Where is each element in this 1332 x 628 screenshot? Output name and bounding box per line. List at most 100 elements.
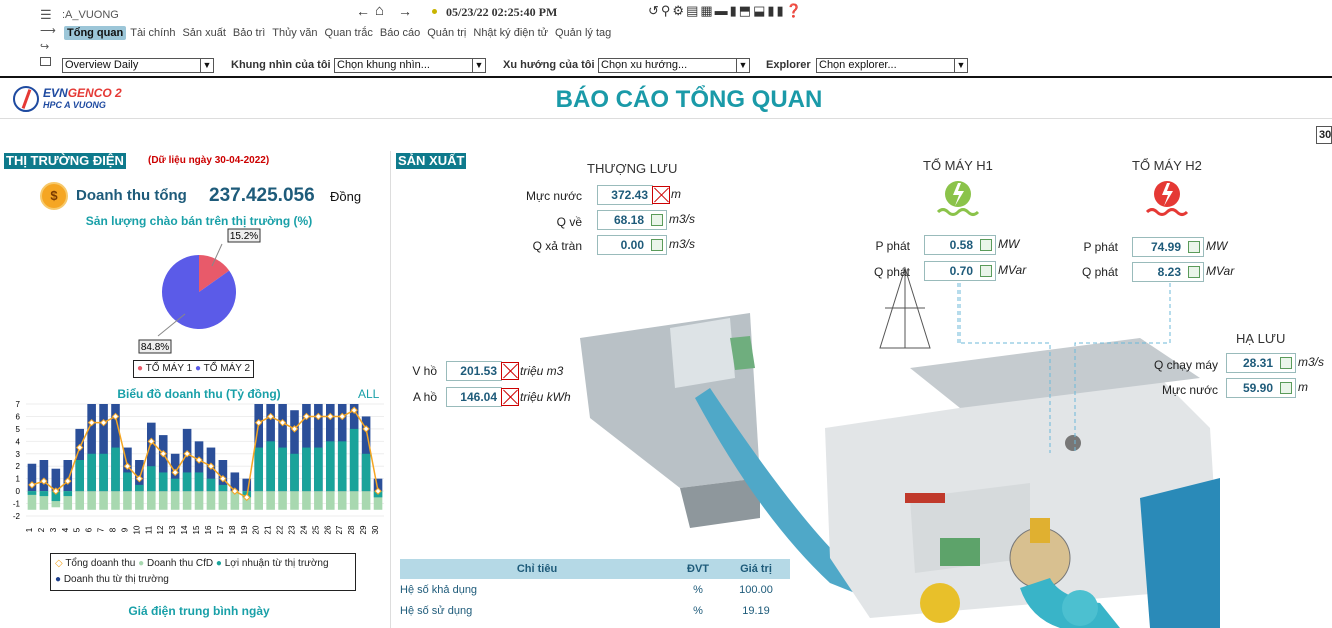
downstream-label: Q chạy máy <box>1153 358 1218 372</box>
bar-cfd[interactable] <box>337 491 347 510</box>
bar-loinhuan[interactable] <box>182 472 192 492</box>
x-tick-label: 25 <box>311 525 320 534</box>
tab-nhat-ky[interactable]: Nhật ký điện tử <box>470 26 551 40</box>
bar-loinhuan[interactable] <box>302 447 311 492</box>
bar-loinhuan[interactable] <box>290 453 299 492</box>
market-note: (Dữ liệu ngày 30-04-2022) <box>148 155 270 166</box>
right-date-input[interactable]: 30 <box>1316 126 1332 144</box>
tab-bao-tri[interactable]: Bảo trì <box>230 26 268 40</box>
toolbar-icons[interactable]: ↺⚲⚙▤▦▬▮⬒⬓▮▮❓ <box>648 3 804 19</box>
x-tick-label: 15 <box>192 525 201 534</box>
bar-cfd[interactable] <box>326 491 335 510</box>
bar-loinhuan[interactable] <box>266 441 275 492</box>
bar-loinhuan[interactable] <box>206 478 216 492</box>
h1-value: 0.58 <box>924 235 996 255</box>
bar-cfd[interactable] <box>349 491 359 510</box>
x-tick-label: 20 <box>252 525 261 534</box>
y-tick-label: 4 <box>16 437 21 446</box>
bar-cfd[interactable] <box>123 491 132 510</box>
bar-cfd[interactable] <box>170 491 180 510</box>
bar-cfd[interactable] <box>278 491 287 510</box>
bar-loinhuan[interactable] <box>314 447 323 492</box>
bar-cfd[interactable] <box>87 491 96 510</box>
x-tick-label: 16 <box>204 525 213 534</box>
bar-cfd[interactable] <box>75 491 84 510</box>
report-icon[interactable] <box>1280 382 1292 394</box>
nav-forward-icon[interactable]: → <box>398 3 412 19</box>
tab-quan-tri[interactable]: Quản trị <box>424 26 469 40</box>
window-icon[interactable] <box>40 57 51 66</box>
bar-loinhuan[interactable] <box>278 447 287 492</box>
bar-loinhuan[interactable] <box>39 491 49 497</box>
bar-cfd[interactable] <box>361 491 371 510</box>
menu-icon[interactable]: ☰ <box>40 7 52 23</box>
bar-cfd[interactable] <box>206 491 216 510</box>
report-icon[interactable] <box>1188 241 1200 253</box>
tab-quan-trac[interactable]: Quan trắc <box>322 26 376 40</box>
reservoir-value: 201.53 <box>446 361 502 381</box>
bar-loinhuan[interactable] <box>63 491 73 497</box>
report-icon[interactable] <box>980 239 992 251</box>
tab-quan-ly-tag[interactable]: Quản lý tag <box>552 26 614 40</box>
kpi-cell: Hệ số sử dụng <box>400 604 473 617</box>
legend-tong: Tổng doanh thu <box>65 558 136 569</box>
bar-loinhuan[interactable] <box>194 472 204 492</box>
bar-loinhuan[interactable] <box>27 491 37 495</box>
bar-loinhuan[interactable] <box>111 447 120 492</box>
report-icon[interactable] <box>1188 266 1200 278</box>
bar-cfd[interactable] <box>194 491 204 510</box>
report-icon[interactable] <box>1280 357 1292 369</box>
x-tick-label: 30 <box>371 525 380 534</box>
bar-loinhuan[interactable] <box>349 428 359 492</box>
bar-loinhuan[interactable] <box>87 453 96 492</box>
h1-unit: MW <box>998 237 1020 251</box>
report-icon[interactable] <box>651 214 663 226</box>
bar-cfd[interactable] <box>302 491 311 510</box>
tab-bao-cao[interactable]: Báo cáo <box>377 26 423 40</box>
bar-cfd[interactable] <box>254 491 263 510</box>
redo-icon[interactable]: ↪ <box>40 40 49 53</box>
tab-thuy-van[interactable]: Thủy văn <box>269 26 320 40</box>
kpi-cell: Hệ số khả dụng <box>400 583 478 596</box>
bar-cfd[interactable] <box>158 491 168 510</box>
bar-loinhuan[interactable] <box>123 472 132 492</box>
bar-loinhuan[interactable] <box>254 447 263 492</box>
bar-cfd[interactable] <box>290 491 299 510</box>
x-tick-label: 10 <box>132 525 141 534</box>
x-tick-label: 8 <box>109 527 118 532</box>
tab-tai-chinh[interactable]: Tài chính <box>127 26 178 40</box>
bar-loinhuan[interactable] <box>218 484 228 492</box>
bar-loinhuan[interactable] <box>170 478 180 492</box>
y-tick-label: 6 <box>16 412 21 421</box>
report-icon[interactable] <box>651 239 663 251</box>
bar-thitruong[interactable] <box>63 460 73 492</box>
tab-tong-quan[interactable]: Tổng quan <box>64 26 127 40</box>
bar-loinhuan[interactable] <box>158 472 168 492</box>
arrow-right-icon[interactable]: ⟶ <box>40 24 56 37</box>
tab-san-xuat[interactable]: Sản xuất <box>179 26 228 40</box>
bar-thitruong[interactable] <box>39 460 49 492</box>
bar-cfd[interactable] <box>99 491 108 510</box>
bar-cfd[interactable] <box>218 491 228 510</box>
bar-cfd[interactable] <box>266 491 275 510</box>
explorer-select[interactable]: Chọn explorer... ▼ <box>816 58 968 73</box>
nav-back-icon[interactable]: ← <box>356 3 370 19</box>
bar-loinhuan[interactable] <box>75 460 84 492</box>
bar-all-link[interactable]: ALL <box>358 387 379 401</box>
bar-cfd[interactable] <box>182 491 192 510</box>
home-icon[interactable]: ⌂ <box>375 2 384 19</box>
bar-loinhuan[interactable] <box>326 441 335 492</box>
bar-cfd[interactable] <box>135 491 144 510</box>
bar-cfd[interactable] <box>111 491 120 510</box>
bar-loinhuan[interactable] <box>337 441 347 492</box>
xuhuong-select[interactable]: Chọn xu hướng... ▼ <box>598 58 750 73</box>
khung-select[interactable]: Chọn khung nhìn... ▼ <box>334 58 486 73</box>
bar-cfd[interactable] <box>147 491 156 510</box>
overview-select[interactable]: Overview Daily ▼ <box>62 58 214 73</box>
bar-loinhuan[interactable] <box>147 466 156 492</box>
bar-loinhuan[interactable] <box>361 453 371 492</box>
bar-loinhuan[interactable] <box>99 453 108 492</box>
bar-loinhuan[interactable] <box>135 484 144 492</box>
report-icon[interactable] <box>980 265 992 277</box>
bar-cfd[interactable] <box>314 491 323 510</box>
